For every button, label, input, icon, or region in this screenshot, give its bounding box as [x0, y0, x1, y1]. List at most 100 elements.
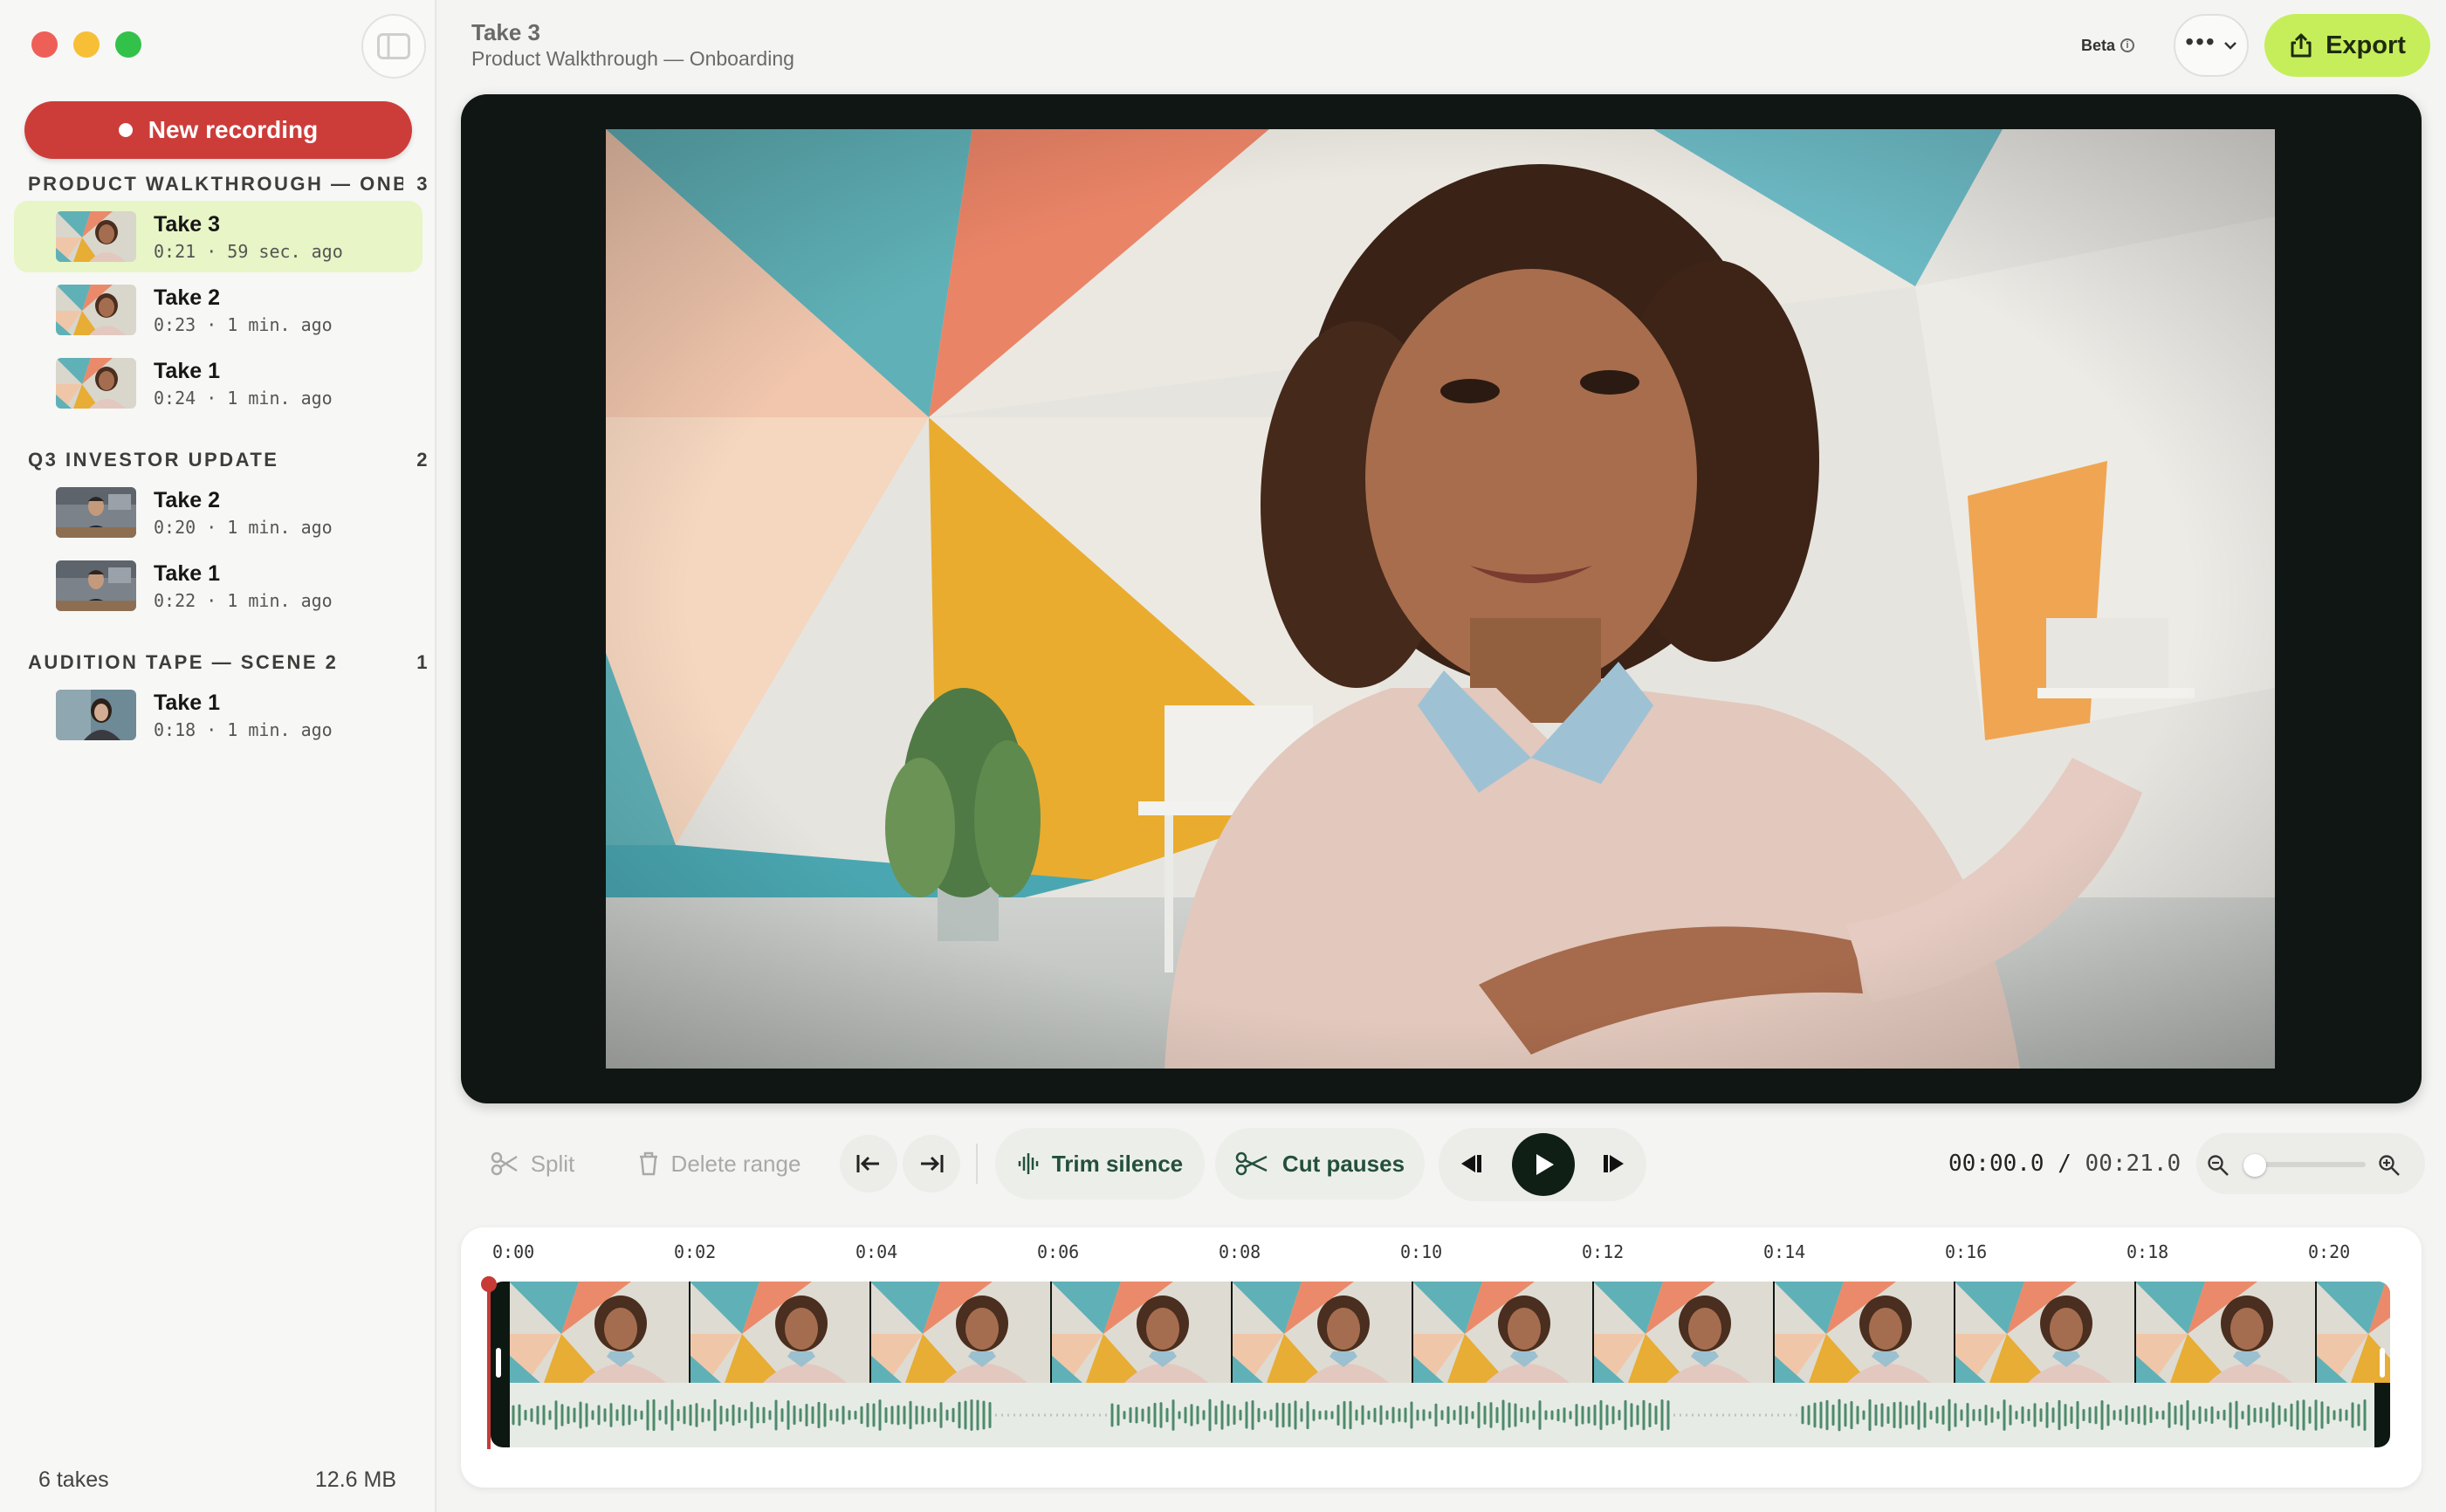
cut-pauses-icon — [1235, 1151, 1268, 1176]
filmstrip-frames — [510, 1282, 2374, 1383]
sidebar-icon — [377, 33, 410, 59]
trim-start-handle[interactable] — [496, 1348, 501, 1378]
take-item[interactable]: Take 1 0:24 · 1 min. ago — [14, 347, 423, 419]
window-controls — [31, 31, 141, 58]
zoom-slider-track[interactable] — [2250, 1162, 2366, 1167]
beta-badge[interactable]: Beta i — [2081, 31, 2135, 59]
more-options-button[interactable]: ••• — [2174, 14, 2249, 77]
sidebar-footer: 6 takes 12.6 MB — [38, 1467, 396, 1493]
delete-range-label: Delete range — [670, 1150, 801, 1177]
storage-size: 12.6 MB — [314, 1467, 396, 1492]
close-window-button[interactable] — [31, 31, 58, 58]
play-button[interactable] — [1512, 1133, 1575, 1196]
chevron-down-icon — [2223, 42, 2236, 50]
filmstrip-frame — [1052, 1282, 1233, 1383]
arrow-to-end-icon — [921, 1155, 944, 1172]
jump-to-end-button[interactable] — [903, 1135, 960, 1192]
take-item[interactable]: Take 3 0:21 · 59 sec. ago — [14, 201, 423, 272]
timeline-tick-label: 0:10 — [1400, 1241, 1443, 1262]
video-frame-image — [606, 129, 2275, 1069]
group-count: 2 — [416, 449, 429, 471]
take-item[interactable]: Take 2 0:20 · 1 min. ago — [14, 477, 423, 548]
delete-range-button[interactable]: Delete range — [623, 1128, 815, 1199]
take-title: Take 1 — [154, 690, 220, 715]
zoom-slider-handle[interactable] — [2243, 1154, 2266, 1177]
playhead-knob[interactable] — [481, 1276, 497, 1292]
group-header-audition-tape: AUDITION TAPE — SCENE 2 1 — [28, 651, 429, 674]
zoom-window-button[interactable] — [115, 31, 141, 58]
filmstrip-frame — [691, 1282, 871, 1383]
video-preview[interactable] — [606, 129, 2275, 1069]
group-count: 1 — [416, 651, 429, 673]
zoom-in-icon[interactable] — [2378, 1154, 2401, 1177]
page-title: Take 3 — [471, 19, 541, 45]
take-meta: 0:24 · 1 min. ago — [154, 387, 333, 409]
new-recording-button[interactable]: New recording — [24, 101, 412, 159]
take-item[interactable]: Take 2 0:23 · 1 min. ago — [14, 274, 423, 346]
group-name: PRODUCT WALKTHROUGH — ONB… — [28, 173, 403, 195]
timeline-tick-label: 0:00 — [492, 1241, 535, 1262]
minimize-window-button[interactable] — [73, 31, 100, 58]
filmstrip-frame — [1233, 1282, 1413, 1383]
trim-silence-button[interactable]: Trim silence — [995, 1128, 1205, 1199]
filmstrip-frame — [1594, 1282, 1775, 1383]
group-name: AUDITION TAPE — SCENE 2 — [28, 651, 339, 673]
filmstrip-frame — [2136, 1282, 2317, 1383]
step-back-button[interactable] — [1458, 1152, 1484, 1179]
play-icon — [1536, 1154, 1554, 1175]
step-forward-icon — [1604, 1155, 1624, 1172]
timeline-tick-label: 0:18 — [2127, 1241, 2169, 1262]
take-title: Take 1 — [154, 358, 220, 383]
timeline-tick-label: 0:20 — [2308, 1241, 2351, 1262]
new-recording-label: New recording — [148, 116, 319, 143]
zoom-out-icon[interactable] — [2207, 1154, 2230, 1177]
timeline-tick-label: 0:12 — [1582, 1241, 1625, 1262]
step-forward-button[interactable] — [1601, 1152, 1627, 1179]
share-icon — [2291, 33, 2312, 58]
page-subtitle: Product Walkthrough — Onboarding — [471, 47, 794, 70]
group-header-q3-investor-update: Q3 INVESTOR UPDATE 2 — [28, 449, 429, 471]
time-separator: / — [2058, 1151, 2072, 1177]
timeline-tick-label: 0:02 — [674, 1241, 717, 1262]
audio-waveform — [512, 1399, 2367, 1432]
take-meta: 0:21 · 59 sec. ago — [154, 240, 343, 262]
take-thumbnail — [56, 690, 136, 740]
filmstrip-frame — [1955, 1282, 2136, 1383]
info-icon: i — [2120, 38, 2135, 52]
take-item[interactable]: Take 1 0:22 · 1 min. ago — [14, 550, 423, 622]
playhead[interactable] — [487, 1276, 491, 1449]
take-meta: 0:20 · 1 min. ago — [154, 516, 333, 538]
trim-silence-label: Trim silence — [1051, 1150, 1184, 1177]
filmstrip-frame — [510, 1282, 691, 1383]
takes-count: 6 takes — [38, 1467, 109, 1492]
export-button[interactable]: Export — [2264, 14, 2430, 77]
take-title: Take 2 — [154, 487, 220, 512]
sidebar-toggle-button[interactable] — [361, 14, 426, 79]
waveform-icon — [1018, 1153, 1039, 1174]
trim-end-handle[interactable] — [2380, 1348, 2385, 1378]
timeline-tick-label: 0:04 — [855, 1241, 898, 1262]
take-item[interactable]: Take 1 0:18 · 1 min. ago — [14, 679, 423, 751]
arrow-to-start-icon — [856, 1155, 879, 1172]
take-thumbnail — [56, 487, 136, 538]
timeline-tick-label: 0:16 — [1945, 1241, 1988, 1262]
sidebar: New recording PRODUCT WALKTHROUGH — ONB…… — [0, 0, 436, 1512]
timeline-tick-label: 0:08 — [1219, 1241, 1261, 1262]
take-thumbnail — [56, 285, 136, 335]
take-title: Take 2 — [154, 285, 220, 310]
step-back-icon — [1461, 1155, 1481, 1172]
timeline-tick-label: 0:14 — [1763, 1241, 1806, 1262]
take-title: Take 3 — [154, 211, 220, 237]
scissors-icon — [491, 1151, 518, 1176]
group-count: 3 — [416, 173, 429, 195]
timeline-tick-label: 0:06 — [1037, 1241, 1080, 1262]
take-title: Take 1 — [154, 560, 220, 586]
timeline-track[interactable] — [491, 1282, 2390, 1447]
take-meta: 0:18 · 1 min. ago — [154, 718, 333, 740]
take-meta: 0:23 · 1 min. ago — [154, 313, 333, 335]
export-label: Export — [2326, 31, 2406, 59]
split-button[interactable]: Split — [471, 1128, 594, 1199]
jump-to-start-button[interactable] — [840, 1135, 897, 1192]
group-name: Q3 INVESTOR UPDATE — [28, 449, 279, 471]
cut-pauses-button[interactable]: Cut pauses — [1215, 1128, 1425, 1199]
